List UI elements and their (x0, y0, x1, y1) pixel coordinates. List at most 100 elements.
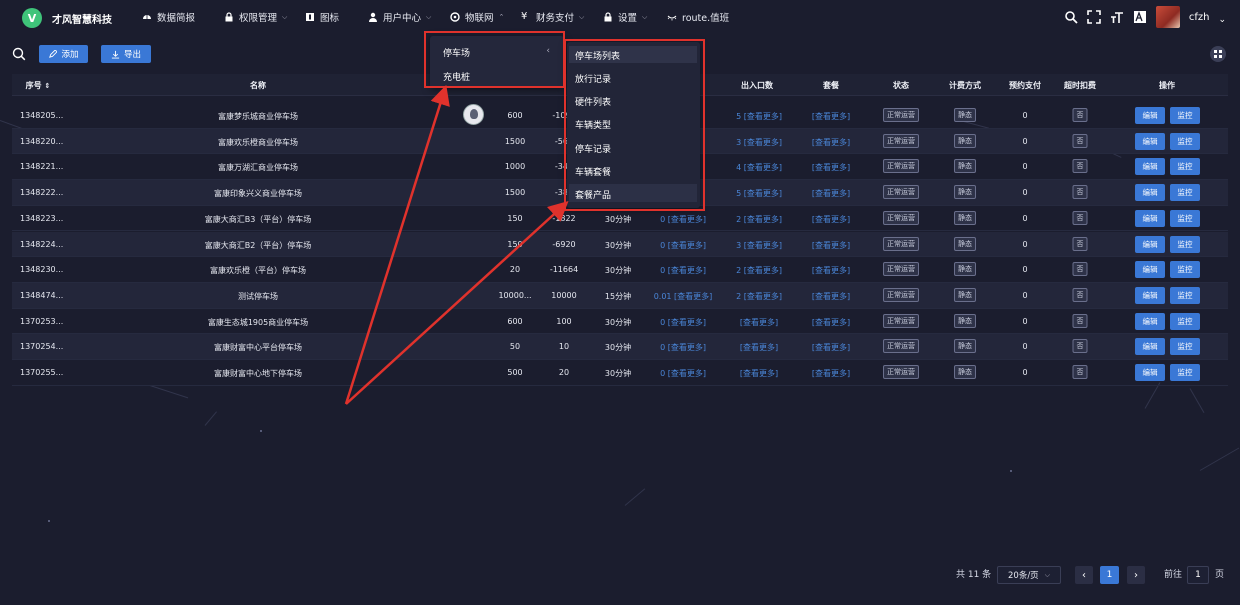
nav-item-dashboard[interactable]: 数据简报 (142, 10, 195, 24)
menu-item-charging-pile[interactable]: 充电桩 (443, 70, 470, 83)
edit-button[interactable]: 编辑 (1135, 132, 1165, 150)
column-header-name[interactable]: 名称 (250, 80, 266, 91)
monitor-button[interactable]: 监控 (1170, 364, 1200, 381)
edit-button[interactable]: 编辑 (1135, 107, 1165, 124)
edit-button[interactable]: 编辑 (1135, 261, 1165, 279)
cell-exits-link[interactable]: 5 [查看更多] (736, 111, 782, 122)
submenu-item-release-records[interactable]: 放行记录 (575, 72, 611, 85)
monitor-button[interactable]: 监控 (1170, 132, 1200, 150)
cell-package-link[interactable]: [查看更多] (812, 291, 850, 302)
cell-exits-link[interactable]: [查看更多] (740, 342, 778, 353)
submenu-item-vehicle-packages[interactable]: 车辆套餐 (575, 165, 611, 178)
cell-exits-link[interactable]: 2 [查看更多] (736, 265, 782, 276)
translate-icon[interactable] (1133, 10, 1147, 24)
submenu-item-hardware-list[interactable]: 硬件列表 (575, 95, 611, 108)
nav-item-settings[interactable]: 设置 ⌵ (603, 10, 647, 24)
cell-fee-link[interactable]: 0 [查看更多] (660, 368, 706, 379)
sort-icon[interactable]: ⇕ (44, 82, 50, 90)
cell-exits-link[interactable]: 2 [查看更多] (736, 291, 782, 302)
search-icon[interactable] (12, 47, 26, 61)
edit-button[interactable]: 编辑 (1135, 286, 1165, 304)
column-header-id[interactable]: 序号 ⇕ (26, 80, 51, 91)
cell-exits-link[interactable]: 5 [查看更多] (736, 188, 782, 199)
nav-item-permissions[interactable]: 权限管理 ⌵ (224, 10, 287, 24)
edit-button[interactable]: 编辑 (1135, 209, 1165, 227)
cell-fee-link[interactable]: 0 [查看更多] (660, 317, 706, 328)
column-header-package[interactable]: 套餐 (823, 80, 839, 91)
nav-item-icons[interactable]: 图标 (305, 10, 339, 24)
submenu-item-vehicle-types[interactable]: 车辆类型 (575, 118, 611, 131)
cell-package-link[interactable]: [查看更多] (812, 188, 850, 199)
column-header-status[interactable]: 状态 (893, 80, 909, 91)
prev-page-button[interactable]: ‹ (1075, 566, 1093, 584)
fullscreen-icon[interactable] (1087, 10, 1101, 24)
cell-fee-link[interactable]: 0 [查看更多] (660, 265, 706, 276)
edit-button[interactable]: 编辑 (1135, 235, 1165, 253)
cell-free-time: 15分钟 (604, 291, 632, 301)
cell-package-link[interactable]: [查看更多] (812, 342, 850, 353)
monitor-button[interactable]: 监控 (1170, 338, 1200, 356)
page-number-current[interactable]: 1 (1100, 566, 1119, 584)
cell-package-link[interactable]: [查看更多] (812, 317, 850, 328)
cell-exits-link[interactable]: 2 [查看更多] (736, 214, 782, 225)
column-header-billing[interactable]: 计费方式 (949, 80, 981, 91)
edit-button[interactable]: 编辑 (1135, 364, 1165, 381)
cell-package-link[interactable]: [查看更多] (812, 137, 850, 148)
cell-exits-link[interactable]: [查看更多] (740, 368, 778, 379)
goto-page-input[interactable]: 1 (1187, 566, 1209, 584)
cell-id: 1348223... (20, 213, 64, 223)
status-badge: 正常运营 (883, 108, 919, 122)
cell-fee-link[interactable]: 0 [查看更多] (660, 240, 706, 251)
monitor-button[interactable]: 监控 (1170, 286, 1200, 304)
edit-button[interactable]: 编辑 (1135, 184, 1165, 202)
cell-package-link[interactable]: [查看更多] (812, 265, 850, 276)
chevron-down-icon[interactable]: ⌄ (1218, 15, 1226, 25)
nav-item-finance[interactable]: ¥ 财务支付 ⌵ (521, 10, 584, 25)
edit-button[interactable]: 编辑 (1135, 158, 1165, 176)
search-icon[interactable] (1064, 10, 1078, 24)
cell-prepay: 0 (1022, 111, 1028, 120)
user-avatar[interactable] (1155, 6, 1180, 28)
user-name[interactable]: cfzh (1189, 12, 1210, 23)
column-header-overtime[interactable]: 超时扣费 (1064, 80, 1096, 91)
cell-package-link[interactable]: [查看更多] (812, 111, 850, 122)
nav-item-duty[interactable]: route.值班 (667, 10, 729, 24)
monitor-button[interactable]: 监控 (1170, 209, 1200, 227)
brand-name[interactable]: 才风智慧科技 (52, 11, 112, 26)
next-page-button[interactable]: › (1127, 566, 1145, 584)
cell-fee-link[interactable]: 0 [查看更多] (660, 342, 706, 353)
monitor-button[interactable]: 监控 (1170, 158, 1200, 176)
monitor-button[interactable]: 监控 (1170, 312, 1200, 330)
billing-badge: 静态 (954, 159, 976, 174)
submenu-item-parking-list[interactable]: 停车场列表 (575, 49, 620, 62)
add-button[interactable]: 添加 (39, 45, 88, 63)
monitor-button[interactable]: 监控 (1170, 184, 1200, 202)
cell-exits-link[interactable]: 3 [查看更多] (736, 137, 782, 148)
nav-item-user-center[interactable]: 用户中心 ⌵ (368, 10, 431, 24)
font-size-icon[interactable] (1110, 10, 1124, 24)
cell-package-link[interactable]: [查看更多] (812, 240, 850, 251)
monitor-button[interactable]: 监控 (1170, 261, 1200, 279)
cell-exits-link[interactable]: 3 [查看更多] (736, 240, 782, 251)
edit-button[interactable]: 编辑 (1135, 338, 1165, 356)
cell-fee-link[interactable]: 0 [查看更多] (660, 214, 706, 225)
submenu-item-package-products[interactable]: 套餐产品 (575, 188, 611, 201)
page-size-select[interactable]: 20条/页 ⌵ (997, 566, 1061, 584)
cell-exits-link[interactable]: 4 [查看更多] (736, 162, 782, 173)
submenu-item-parking-records[interactable]: 停车记录 (575, 142, 611, 155)
monitor-button[interactable]: 监控 (1170, 235, 1200, 253)
edit-button[interactable]: 编辑 (1135, 312, 1165, 330)
brand-logo[interactable]: V (22, 8, 42, 28)
column-header-exits[interactable]: 出入口数 (741, 80, 773, 91)
cell-fee-link[interactable]: 0.01 [查看更多] (654, 291, 713, 302)
nav-item-iot[interactable]: 物联网 ⌃ (450, 10, 504, 24)
cell-package-link[interactable]: [查看更多] (812, 162, 850, 173)
column-settings-button[interactable] (1210, 46, 1226, 62)
cell-exits-link[interactable]: [查看更多] (740, 317, 778, 328)
export-button[interactable]: 导出 (101, 45, 151, 63)
cell-package-link[interactable]: [查看更多] (812, 368, 850, 379)
column-header-prepay[interactable]: 预约支付 (1009, 80, 1041, 91)
cell-package-link[interactable]: [查看更多] (812, 214, 850, 225)
monitor-button[interactable]: 监控 (1170, 107, 1200, 124)
menu-item-parking-lot[interactable]: 停车场 (443, 46, 470, 59)
